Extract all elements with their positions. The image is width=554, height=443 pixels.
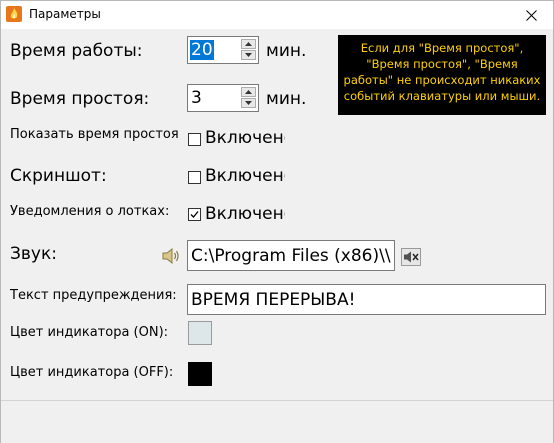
settings-window: Параметры Время работы: 20 мин. Время пр…: [0, 0, 554, 443]
checkmark-icon: [190, 211, 199, 218]
close-button[interactable]: [509, 1, 553, 29]
work-time-down-button[interactable]: [241, 50, 256, 60]
work-time-spinner[interactable]: 20: [187, 36, 259, 64]
show-idle-checkbox[interactable]: [188, 133, 201, 146]
tray-notifications-label: Уведомления о лотках:: [10, 204, 170, 219]
title-bar: Параметры: [1, 1, 553, 29]
app-flame-icon: [6, 6, 22, 22]
show-idle-checkbox-label[interactable]: Включено: [205, 128, 285, 148]
speaker-icon[interactable]: [161, 247, 181, 265]
work-time-unit: мин.: [266, 41, 307, 61]
work-time-label: Время работы:: [10, 41, 143, 61]
work-time-up-button[interactable]: [241, 39, 256, 49]
status-bar: [1, 400, 553, 443]
arrow-down-icon: [245, 53, 252, 57]
help-tooltip: Если для "Время простоя", "Время простоя…: [338, 35, 546, 115]
arrow-down-icon: [245, 101, 252, 105]
work-time-value[interactable]: 20: [190, 40, 214, 60]
idle-time-label: Время простоя:: [10, 89, 150, 109]
indicator-on-label: Цвет индикатора (ON):: [10, 325, 169, 340]
indicator-off-label: Цвет индикатора (OFF):: [10, 365, 174, 380]
idle-time-value[interactable]: 3: [190, 88, 203, 108]
tray-notifications-checkbox[interactable]: [188, 208, 201, 221]
sound-path-value[interactable]: C:\Program Files (x86)\\: [191, 245, 391, 267]
indicator-off-color-swatch[interactable]: [188, 362, 212, 386]
idle-time-down-button[interactable]: [241, 98, 256, 108]
screenshot-label: Скриншот:: [10, 166, 107, 186]
arrow-up-icon: [245, 42, 252, 46]
arrow-up-icon: [245, 90, 252, 94]
warning-text-label: Текст предупреждения:: [10, 288, 177, 303]
screenshot-checkbox[interactable]: [188, 171, 201, 184]
show-idle-label: Показать время простоя: [10, 127, 179, 142]
idle-time-arrows: [241, 87, 256, 109]
close-icon: [525, 9, 537, 21]
idle-time-unit: мин.: [266, 89, 307, 109]
indicator-on-color-swatch[interactable]: [188, 321, 212, 345]
warning-text-value[interactable]: ВРЕМЯ ПЕРЕРЫВА!: [191, 289, 355, 311]
work-time-arrows: [241, 39, 256, 61]
warning-text-input[interactable]: ВРЕМЯ ПЕРЕРЫВА!: [187, 284, 546, 315]
tray-notifications-checkbox-label[interactable]: Включено: [205, 204, 285, 224]
screenshot-checkbox-label[interactable]: Включено: [205, 166, 285, 186]
sound-label: Звук:: [10, 244, 57, 264]
window-title: Параметры: [29, 7, 101, 21]
idle-time-up-button[interactable]: [241, 87, 256, 97]
sound-path-input[interactable]: C:\Program Files (x86)\\: [187, 240, 395, 271]
mute-speaker-icon[interactable]: [401, 248, 421, 266]
idle-time-spinner[interactable]: 3: [187, 84, 259, 112]
